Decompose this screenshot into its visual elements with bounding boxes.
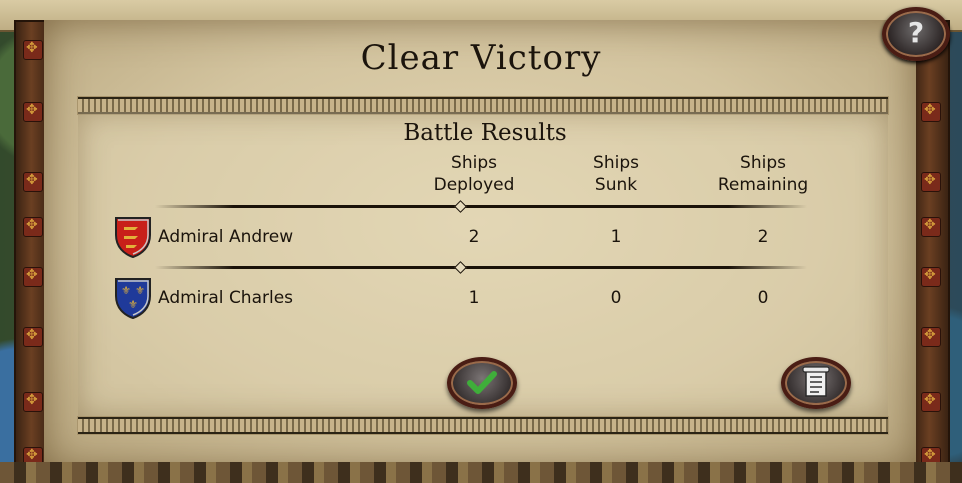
column-header-deployed: Ships Deployed	[414, 152, 534, 196]
france-crest-icon: ⚜ ⚜ ⚜	[114, 276, 152, 320]
rail-stud-icon	[23, 267, 43, 287]
rail-stud-icon	[921, 327, 941, 347]
column-header-line: Ships	[740, 153, 786, 173]
confirm-button[interactable]	[447, 357, 517, 409]
rail-stud-icon	[921, 392, 941, 412]
rail-stud-icon	[921, 217, 941, 237]
column-header-line: Deployed	[433, 175, 515, 195]
help-button[interactable]: ?	[882, 7, 950, 61]
row-divider	[155, 205, 807, 208]
ships-remaining-value: 0	[757, 288, 769, 308]
ships-sunk-value: 1	[610, 227, 622, 247]
england-crest-icon	[114, 215, 152, 259]
rail-stud-icon	[921, 267, 941, 287]
column-header-line: Sunk	[594, 175, 638, 195]
question-mark-icon: ?	[907, 16, 925, 49]
rail-stud-icon	[23, 172, 43, 192]
player-name: Admiral Charles	[158, 288, 294, 308]
checkmark-icon	[467, 371, 497, 394]
dialog-title: Clear Victory	[360, 38, 602, 78]
player-name: Admiral Andrew	[158, 227, 294, 247]
rail-stud-icon	[23, 392, 43, 412]
ships-deployed-value: 1	[468, 288, 480, 308]
ships-deployed-value: 2	[468, 227, 480, 247]
column-header-sunk: Ships Sunk	[566, 152, 666, 196]
column-header-line: Ships	[593, 153, 639, 173]
scroll-icon	[802, 366, 830, 397]
column-header-line: Remaining	[717, 175, 809, 195]
svg-text:⚜: ⚜	[121, 284, 131, 297]
right-wooden-rail	[912, 20, 950, 474]
results-heading: Battle Results	[403, 120, 567, 146]
svg-text:⚜: ⚜	[128, 298, 138, 311]
column-header-line: Ships	[451, 153, 497, 173]
row-divider	[155, 266, 807, 269]
ships-sunk-value: 0	[610, 288, 622, 308]
svg-text:⚜: ⚜	[135, 284, 145, 297]
rail-stud-icon	[23, 217, 43, 237]
battle-log-button[interactable]	[781, 357, 851, 409]
rail-stud-icon	[23, 327, 43, 347]
ships-remaining-value: 2	[757, 227, 769, 247]
rail-stud-icon	[921, 172, 941, 192]
rail-stud-icon	[23, 102, 43, 122]
torn-bottom-edge	[0, 462, 962, 483]
panel-border-bottom	[78, 417, 888, 434]
rail-stud-icon	[921, 102, 941, 122]
column-header-remaining: Ships Remaining	[698, 152, 828, 196]
